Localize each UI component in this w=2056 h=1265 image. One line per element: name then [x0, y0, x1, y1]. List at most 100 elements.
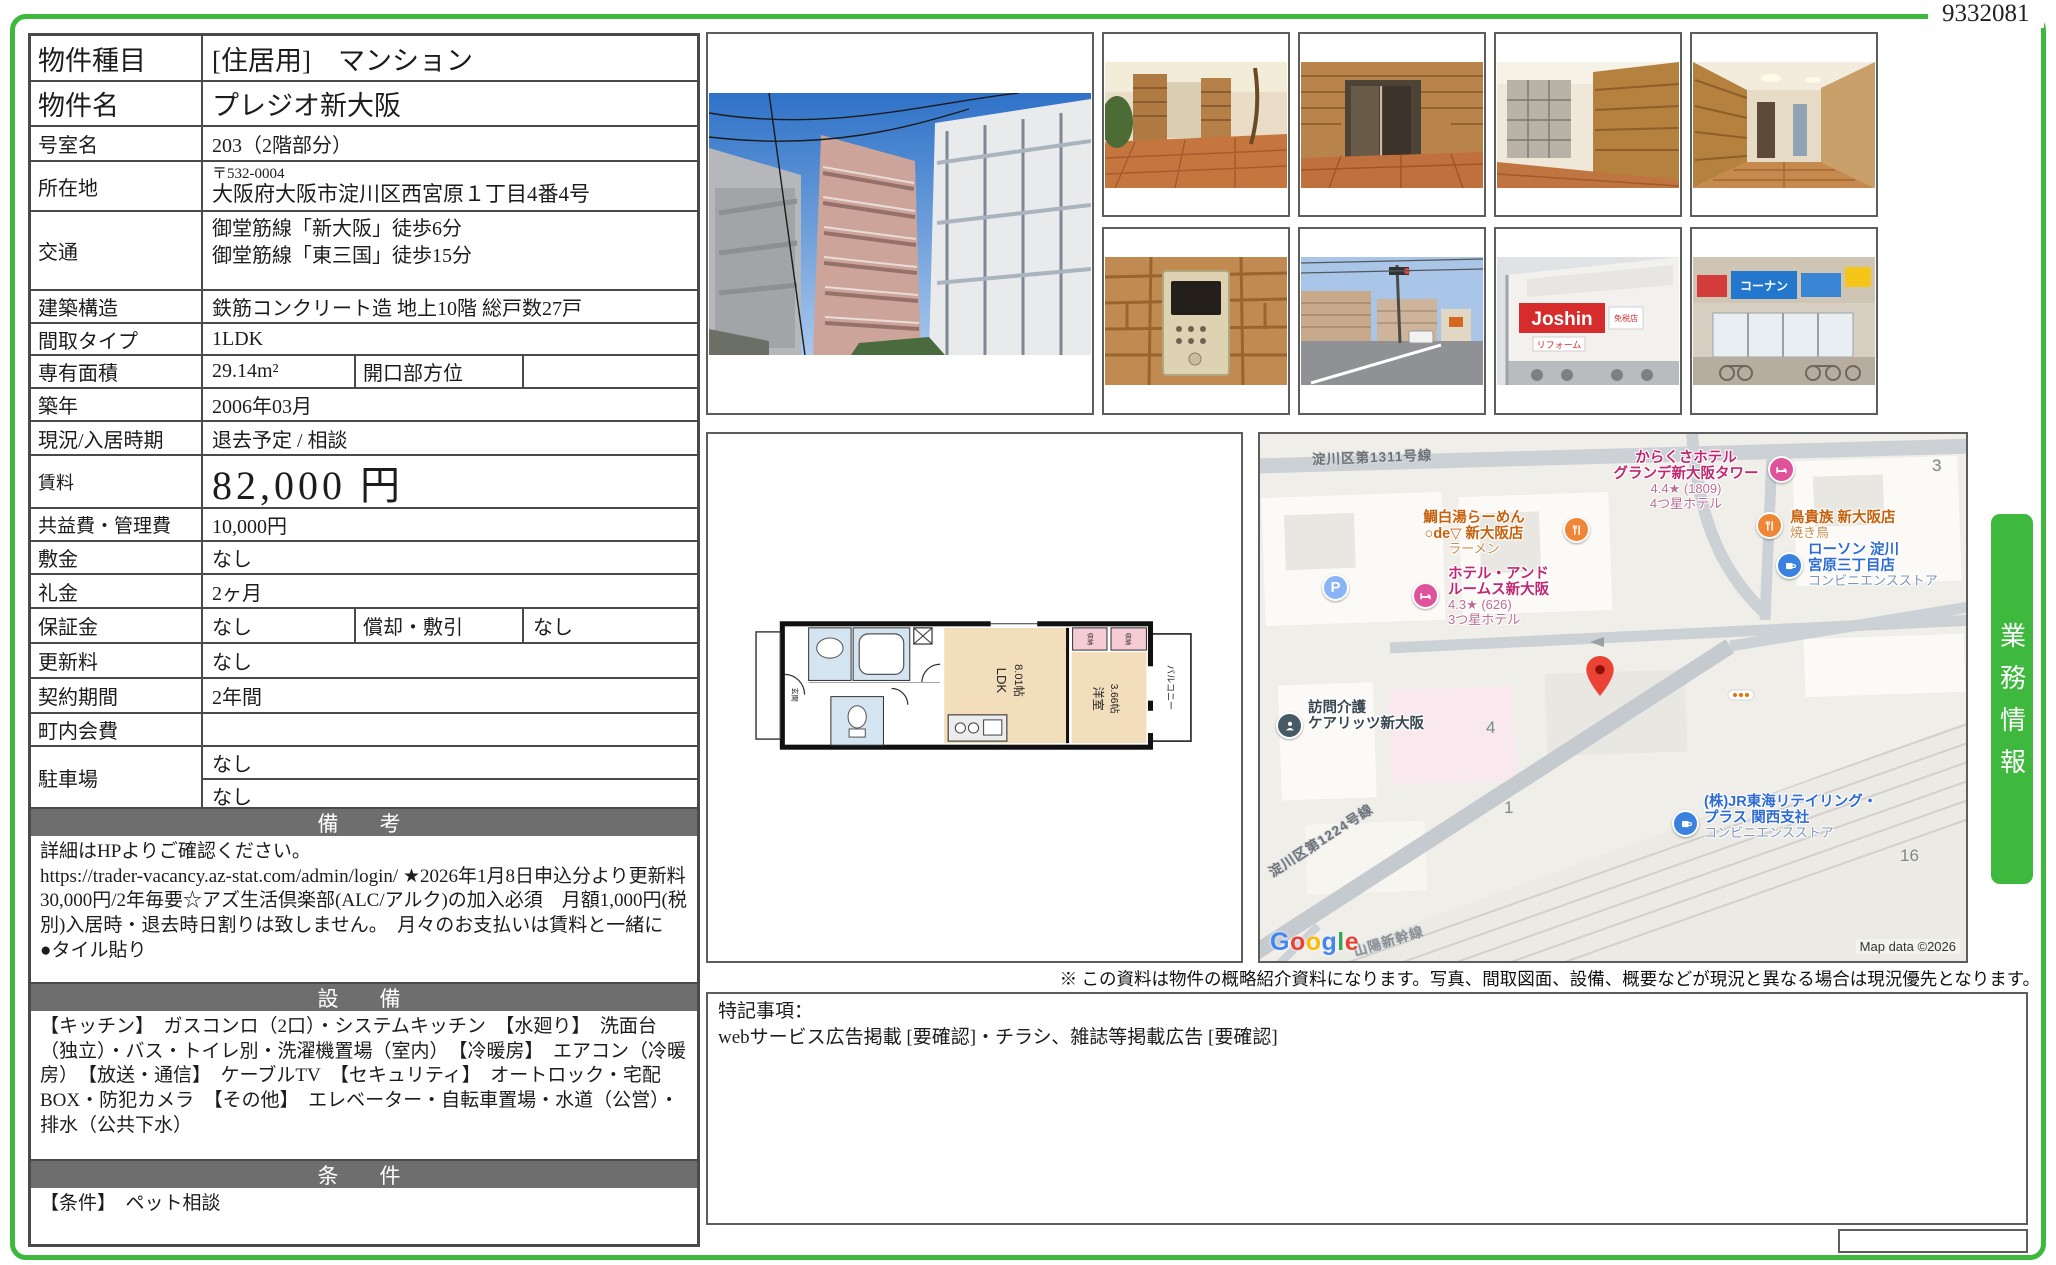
row-value: [住居用] マンション [203, 36, 697, 80]
business-info-tab[interactable]: 業務情報 [1991, 514, 2033, 884]
intercom-panel-photo [1105, 257, 1287, 385]
table-row: 物件名 プレジオ新大阪 [31, 82, 697, 127]
restaurant-icon[interactable] [1563, 516, 1590, 543]
poi-name: グランデ新大阪タワー [1602, 466, 1770, 482]
poi-hotel-androoms[interactable]: ホテル・アンド ルームス新大阪 4.3★ (626) 3つ星ホテル [1448, 566, 1549, 628]
joshin-sign-text: Joshin [1531, 309, 1592, 330]
block-number: 1 [1504, 798, 1513, 818]
convenience-store-icon[interactable] [1672, 810, 1699, 837]
remarks-text: 詳細はHPよりご確認ください。 https://trader-vacancy.a… [31, 836, 697, 984]
closet-label: 収納 [1086, 633, 1094, 645]
hotel-icon[interactable] [1412, 582, 1439, 609]
care-service-icon[interactable] [1276, 712, 1303, 739]
road-label-top: 淀川区第1311号線 [1312, 444, 1433, 468]
logo-letter: o [1290, 928, 1306, 956]
restaurant-icon[interactable] [1756, 512, 1783, 539]
address: 大阪府大阪市淀川区西宮原１丁目4番4号 [212, 183, 590, 206]
property-location-pin[interactable] [1586, 656, 1614, 696]
poi-torikizoku[interactable]: 鳥貴族 新大阪店 焼き鳥 [1790, 510, 1896, 541]
table-row: 物件種目 [住居用] マンション [31, 36, 697, 82]
location-map[interactable]: 淀川区第1311号線 淀川区第1224号線 山陽新幹線 3 4 1 16 からく… [1258, 432, 1968, 963]
parking-icon[interactable]: P [1322, 574, 1349, 601]
special-notes-box: 特記事項： webサービス広告掲載 [要確認]・チラシ、雑誌等掲載広告 [要確認… [706, 992, 2028, 1225]
poi-rating: 4.3★ (626) [1448, 598, 1549, 613]
balcony-label: バルコニー [1166, 665, 1176, 710]
table-row: 交通 御堂筋線「新大阪」徒歩6分 御堂筋線「東三国」徒歩15分 [31, 212, 697, 291]
rent-value: 82,000 円 [203, 456, 697, 507]
poi-category: コンビニエンスストア [1704, 826, 1877, 841]
convenience-store-icon[interactable] [1776, 552, 1803, 579]
poi-category: 焼き鳥 [1790, 526, 1896, 541]
row-value: 29.14m² [203, 356, 356, 387]
equipment-header: 設 備 [31, 984, 697, 1011]
row-label: 更新料 [31, 644, 203, 677]
table-row: 礼金 2ヶ月 [31, 575, 697, 609]
parking-value-1: なし [203, 747, 697, 780]
poi-name: 宮原三丁目店 [1808, 558, 1938, 574]
row-label: 間取タイプ [31, 324, 203, 354]
row-value-2: なし [524, 609, 697, 642]
row-value: なし [203, 609, 356, 642]
closet-label: 収納 [1124, 633, 1132, 645]
poi-name: からくさホテル [1602, 450, 1770, 466]
transit-line-2: 御堂筋線「東三国」徒歩15分 [212, 243, 472, 270]
table-row: 共益費・管理費 10,000円 [31, 509, 697, 542]
equipment-text: 【キッチン】 ガスコンロ（2口）・システムキッチン 【水廻り】 洗面台（独立）・… [31, 1011, 697, 1161]
photo-frame-konan-store: コーナン [1690, 227, 1878, 415]
conditions-header: 条 件 [31, 1161, 697, 1188]
disclaimer-note: ※ この資料は物件の概略紹介資料になります。写真、間取図面、設備、概要などが現況… [706, 966, 2040, 991]
photo-frame-entrance-approach [1102, 32, 1290, 217]
block-number: 3 [1932, 456, 1941, 476]
row-label: 契約期間 [31, 679, 203, 712]
block-number: 4 [1486, 718, 1495, 738]
business-info-tab-label: 業務情報 [1994, 608, 2031, 790]
room-label: 洋室 [1091, 687, 1106, 711]
poi-name: ○de▽ 新大阪店 [1388, 526, 1560, 542]
logo-letter: l [1337, 928, 1344, 956]
entrance-label: 玄関 [790, 688, 799, 702]
hallway-photo [1693, 62, 1875, 188]
row-value: 10,000円 [203, 509, 697, 540]
row-label: 築年 [31, 389, 203, 420]
poi-name: (株)JR東海リテイリング・ [1704, 794, 1877, 810]
poi-carelits[interactable]: 訪問介護 ケアリッツ新大阪 [1308, 700, 1424, 732]
logo-letter: o [1306, 928, 1322, 956]
row-label: 物件種目 [31, 36, 203, 80]
row-label: 敷金 [31, 542, 203, 573]
duty-free-sign-text: 免税店 [1614, 313, 1638, 323]
reform-sign-text: リフォーム [1537, 340, 1582, 350]
row-value: 御堂筋線「新大阪」徒歩6分 御堂筋線「東三国」徒歩15分 [203, 212, 697, 289]
hotel-icon[interactable] [1768, 456, 1795, 483]
poi-karakusa-hotel[interactable]: からくさホテル グランデ新大阪タワー 4.4★ (1809) 4つ星ホテル [1602, 450, 1770, 512]
table-row: 間取タイプ 1LDK [31, 324, 697, 356]
conditions-text: 【条件】 ペット相談 [31, 1188, 697, 1244]
row-label: 礼金 [31, 575, 203, 607]
block-number: 16 [1900, 846, 1919, 866]
photo-frame-street [1298, 227, 1486, 415]
row-label: 建築構造 [31, 291, 203, 322]
poi-lawson[interactable]: ローソン 淀川 宮原三丁目店 コンビニエンスストア [1808, 542, 1938, 589]
table-row: 号室名 203（2階部分） [31, 127, 697, 162]
table-row: 保証金 なし 償却・敷引 なし [31, 609, 697, 644]
row-value: プレジオ新大阪 [203, 82, 697, 125]
table-row: 建築構造 鉄筋コンクリート造 地上10階 総戸数27戸 [31, 291, 697, 324]
row-label: 賃料 [31, 456, 203, 507]
poi-jr-tokai-retailing[interactable]: (株)JR東海リテイリング・ プラス 関西支社 コンビニエンスストア [1704, 794, 1877, 841]
remarks-header: 備 考 [31, 809, 697, 836]
konan-store-photo: コーナン [1693, 257, 1875, 385]
floorplan-drawing: バルコニー 収納 収納 [752, 616, 1197, 756]
row-label: 共益費・管理費 [31, 509, 203, 540]
special-notes-text: webサービス広告掲載 [要確認]・チラシ、雑誌等掲載広告 [要確認] [718, 1025, 2016, 1051]
mailbox-lobby-photo [1497, 62, 1679, 188]
table-row: 駐車場 なし なし [31, 747, 697, 809]
row-label-2: 償却・敷引 [356, 609, 524, 642]
poi-name: ルームス新大阪 [1448, 582, 1549, 598]
photo-frame-mailboxes [1494, 32, 1682, 217]
row-label: 交通 [31, 212, 203, 289]
row-value [203, 714, 697, 745]
table-row: 賃料 82,000 円 [31, 456, 697, 509]
poi-ramen[interactable]: 鯛白湯らーめん ○de▽ 新大阪店 ラーメン [1388, 510, 1560, 557]
parking-letter: P [1330, 579, 1340, 596]
row-value: 1LDK [203, 324, 697, 354]
photo-frame-intercom [1102, 227, 1290, 415]
